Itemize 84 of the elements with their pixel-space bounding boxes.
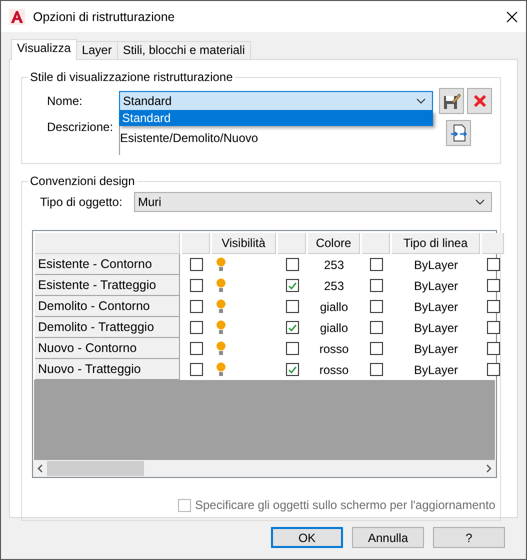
object-type-dropdown[interactable]: Muri xyxy=(134,192,492,212)
checkbox[interactable] xyxy=(286,279,298,292)
scroll-left-icon[interactable] xyxy=(37,464,43,473)
tab[interactable]: Stili, blocchi e materiali xyxy=(116,41,251,60)
checkbox[interactable] xyxy=(190,321,202,334)
save-edit-button[interactable] xyxy=(439,88,464,114)
checkbox[interactable] xyxy=(286,300,298,313)
table-cell: ByLayer xyxy=(414,320,458,334)
table-cell: ByLayer xyxy=(414,342,458,356)
checkbox[interactable] xyxy=(190,258,202,271)
column-header xyxy=(278,233,306,254)
lightbulb-icon[interactable] xyxy=(216,299,226,314)
delete-icon xyxy=(472,94,486,108)
row-header: Esistente - Tratteggio xyxy=(35,275,180,296)
table-cell: rosso xyxy=(319,362,349,376)
chevron-icon xyxy=(475,199,485,205)
row-header: Nuovo - Tratteggio xyxy=(35,359,180,380)
checkbox[interactable] xyxy=(190,363,202,376)
scrollbar-thumb[interactable] xyxy=(47,461,144,476)
checkbox[interactable] xyxy=(370,342,382,355)
dialog-button[interactable]: Annulla xyxy=(352,527,424,548)
group-title: Convenzioni design xyxy=(29,174,136,188)
checkbox[interactable] xyxy=(190,300,202,313)
description-label: Descrizione: xyxy=(46,120,114,134)
dialog-button[interactable]: ? xyxy=(433,527,505,548)
column-header: Visibilità xyxy=(212,233,276,254)
dropdown-option[interactable]: Standard xyxy=(119,111,433,126)
checkbox[interactable] xyxy=(370,258,382,271)
checkbox[interactable] xyxy=(486,342,500,355)
chevron-icon xyxy=(416,98,426,104)
floppy-pencil-icon xyxy=(442,92,461,110)
lightbulb-icon[interactable] xyxy=(216,320,226,335)
horizontal-scrollbar[interactable] xyxy=(33,460,496,477)
checkbox[interactable] xyxy=(286,258,298,271)
checkbox[interactable] xyxy=(286,342,298,355)
close-icon[interactable] xyxy=(506,10,518,22)
row-header: Esistente - Contorno xyxy=(35,254,180,275)
row-header: Demolito - Tratteggio xyxy=(35,317,180,338)
checkbox[interactable] xyxy=(370,321,382,334)
window-title: Opzioni di ristrutturazione xyxy=(33,10,176,24)
table-cell: rosso xyxy=(319,342,349,356)
checkbox[interactable] xyxy=(370,363,382,376)
column-header xyxy=(182,233,210,254)
checkbox[interactable] xyxy=(190,342,202,355)
lightbulb-icon[interactable] xyxy=(216,341,226,356)
object-type-label: Tipo di oggetto: xyxy=(39,195,124,209)
column-header: Tipo di linea xyxy=(392,233,480,254)
checkbox[interactable] xyxy=(190,279,202,292)
import-button[interactable] xyxy=(446,120,471,146)
checkbox[interactable] xyxy=(486,258,500,271)
table-cell: giallo xyxy=(320,320,348,334)
checkbox[interactable] xyxy=(486,300,500,313)
group-title: Stile di visualizzazione ristrutturazione xyxy=(29,70,234,84)
table-cell: giallo xyxy=(320,300,348,314)
name-dropdown[interactable]: Standard xyxy=(119,91,433,111)
scroll-right-icon[interactable] xyxy=(486,464,492,473)
checkbox[interactable] xyxy=(486,363,500,376)
table-cell: ByLayer xyxy=(414,278,458,292)
checkbox[interactable] xyxy=(286,363,298,376)
column-header xyxy=(362,233,390,254)
table-cell: ByLayer xyxy=(414,362,458,376)
table-cell: 253 xyxy=(324,258,344,272)
tab[interactable]: Visualizza xyxy=(11,39,77,60)
dialog-button[interactable]: OK xyxy=(271,527,343,548)
checkbox[interactable] xyxy=(370,300,382,313)
row-header: Nuovo - Contorno xyxy=(35,338,180,359)
lightbulb-icon[interactable] xyxy=(216,278,226,293)
checkbox[interactable] xyxy=(486,321,500,334)
table-cell: ByLayer xyxy=(414,258,458,272)
table-cell: ByLayer xyxy=(414,300,458,314)
app-logo-icon xyxy=(9,8,25,24)
name-label: Nome: xyxy=(46,94,84,108)
checkbox[interactable] xyxy=(370,279,382,292)
column-header xyxy=(482,233,504,254)
checkbox[interactable] xyxy=(486,279,500,292)
table-cell: 253 xyxy=(324,278,344,292)
lightbulb-icon[interactable] xyxy=(216,257,226,272)
checkbox[interactable] xyxy=(286,321,298,334)
row-header: Demolito - Contorno xyxy=(35,296,180,317)
column-header: Colore xyxy=(308,233,360,254)
lightbulb-icon[interactable] xyxy=(216,362,226,377)
checkbox-label: Specificare gli oggetti sullo schermo per l'aggiornamento xyxy=(195,498,496,512)
delete-button[interactable] xyxy=(467,88,492,114)
import-icon xyxy=(450,124,468,142)
